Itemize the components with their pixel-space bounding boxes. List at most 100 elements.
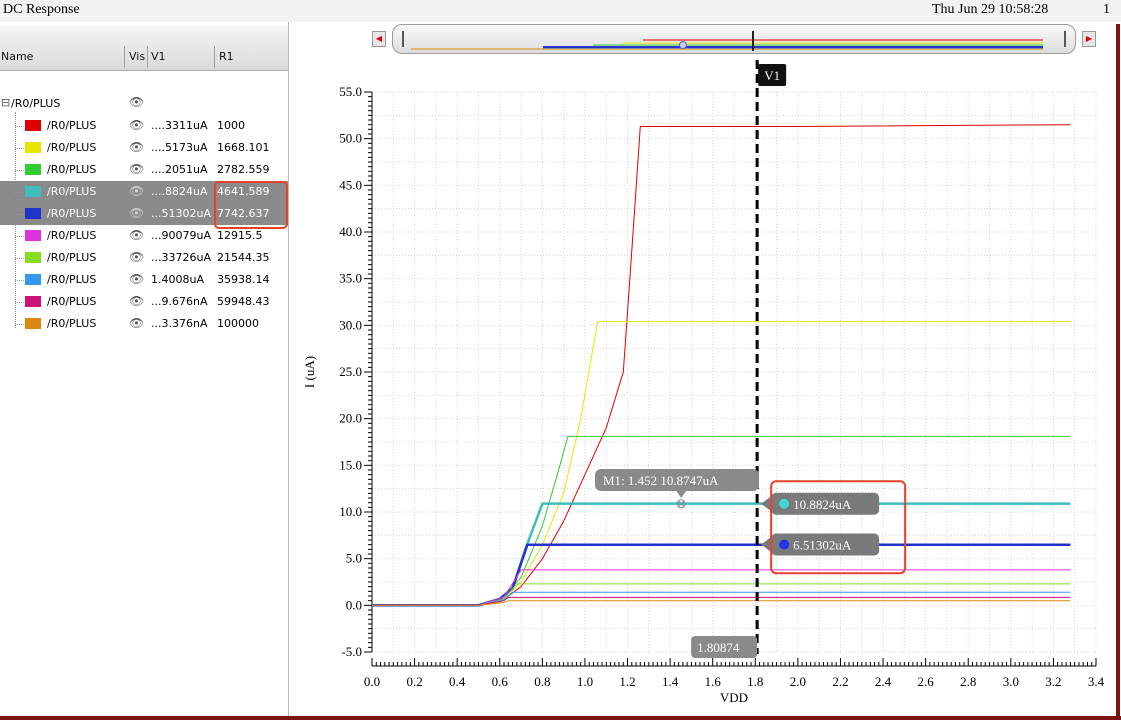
trace-name: /R0/PLUS (47, 229, 97, 242)
trace-name: /R0/PLUS (47, 317, 97, 330)
series-line[interactable] (372, 502, 1071, 607)
trace-r1-value: 59948.43 (217, 295, 270, 308)
cursor-label-text: V1 (764, 68, 780, 83)
trace-name: /R0/PLUS (47, 119, 97, 132)
series-line[interactable] (372, 124, 1071, 606)
tree-expander-icon[interactable]: ⊟ (1, 96, 10, 109)
x-tick-label: 0.0 (364, 674, 380, 689)
visibility-eye-icon[interactable]: 👁 (129, 272, 144, 286)
readout-color-dot (779, 539, 790, 550)
column-header-v1[interactable]: V1 (151, 50, 166, 63)
visibility-eye-icon[interactable]: 👁 (129, 140, 144, 154)
visibility-eye-icon[interactable]: 👁 (129, 118, 144, 132)
trace-color-swatch (25, 208, 41, 219)
column-header-r1[interactable]: R1 (219, 50, 234, 63)
x-tick-label: 0.8 (534, 674, 550, 689)
trace-v1-value: ....3311uA (151, 119, 208, 132)
trace-r1-value: 1668.101 (217, 141, 270, 154)
visibility-eye-icon[interactable]: 👁 (129, 316, 144, 330)
trace-row[interactable]: /R0/PLUS 👁 ....2051uA 2782.559 (0, 159, 288, 181)
x-tick-label: 3.2 (1045, 674, 1061, 689)
y-tick-label: 5.0 (346, 551, 362, 566)
series-line[interactable] (372, 543, 1071, 607)
trace-row[interactable]: /R0/PLUS 👁 ...9.676nA 59948.43 (0, 291, 288, 313)
series-line[interactable] (372, 321, 1071, 606)
y-tick-label: 20.0 (339, 411, 362, 426)
trace-color-swatch (25, 318, 41, 329)
x-tick-label: 0.6 (492, 674, 509, 689)
y-tick-label: 10.0 (339, 504, 362, 519)
trace-v1-value: ....2051uA (151, 163, 208, 176)
column-header-name[interactable]: Name (1, 50, 33, 63)
overview-track[interactable] (392, 24, 1076, 54)
tree-branch (15, 192, 24, 193)
trace-v1-value: ...9.676nA (151, 295, 208, 308)
tree-branch (15, 214, 24, 215)
x-tick-label: 2.4 (875, 674, 892, 689)
visibility-eye-icon[interactable]: 👁 (129, 228, 144, 242)
overview-scrollbar[interactable]: ◀ ▶ (370, 22, 1096, 58)
x-tick-label: 2.2 (832, 674, 848, 689)
visibility-eye-icon[interactable]: 👁 (129, 294, 144, 308)
tree-branch (15, 258, 24, 259)
visibility-eye-icon[interactable]: 👁 (129, 162, 144, 176)
trace-row[interactable]: /R0/PLUS 👁 ...33726uA 21544.35 (0, 247, 288, 269)
trace-r1-value: 2782.559 (217, 163, 270, 176)
y-tick-label: 15.0 (339, 457, 362, 472)
y-tick-label: 35.0 (339, 271, 362, 286)
y-tick-label: 0.0 (346, 597, 362, 612)
scroll-left-arrow-icon[interactable]: ◀ (372, 31, 386, 47)
visibility-eye-icon[interactable]: 👁 (129, 250, 144, 264)
trace-row[interactable]: /R0/PLUS 👁 ...3.376nA 100000 (0, 313, 288, 335)
overview-thumbnail (402, 31, 1066, 51)
tree-branch (15, 324, 24, 325)
scroll-right-arrow-icon[interactable]: ▶ (1082, 31, 1096, 47)
trace-r1-value: 100000 (217, 317, 259, 330)
column-divider[interactable] (214, 46, 215, 68)
trace-color-swatch (25, 296, 41, 307)
chart-canvas[interactable]: -5.00.05.010.015.020.025.030.035.040.045… (290, 60, 1116, 716)
x-tick-label: 2.8 (960, 674, 976, 689)
trace-name: /R0/PLUS (47, 251, 97, 264)
y-tick-label: 45.0 (339, 177, 362, 192)
trace-name: /R0/PLUS (47, 295, 97, 308)
trace-name: /R0/PLUS (47, 273, 97, 286)
visibility-eye-icon[interactable]: 👁 (129, 184, 144, 198)
page-number: 1 (1103, 2, 1110, 17)
column-header-vis[interactable]: Vis (129, 50, 145, 63)
trace-r1-value: 21544.35 (217, 251, 270, 264)
y-tick-label: 25.0 (339, 364, 362, 379)
trace-row[interactable]: /R0/PLUS 👁 1.4008uA 35938.14 (0, 269, 288, 291)
visibility-eye-icon[interactable]: 👁 (129, 206, 144, 220)
y-axis-title: I (uA) (302, 356, 317, 388)
column-divider[interactable] (124, 46, 125, 68)
readout-color-dot (779, 498, 790, 509)
series-line[interactable] (372, 435, 1071, 606)
trace-row[interactable]: /R0/PLUS 👁 ....3311uA 1000 (0, 115, 288, 137)
y-tick-label: -5.0 (341, 644, 362, 659)
trace-color-swatch (25, 230, 41, 241)
x-tick-label: 0.4 (449, 674, 466, 689)
visibility-eye-icon[interactable]: 👁 (129, 95, 144, 109)
dc-response-plot[interactable]: -5.0 0.0 5.0 10.0 15.0 20.0 25.0 30.0 35.0 40.0 45… (290, 60, 1116, 716)
tree-branch (15, 126, 24, 127)
marker-label-pointer (676, 491, 687, 498)
trace-v1-value: 1.4008uA (151, 273, 204, 286)
x-tick-label: 2.6 (918, 674, 935, 689)
trace-v1-value: ....8824uA (151, 185, 208, 198)
x-tick-label: 1.0 (577, 674, 593, 689)
trace-name: /R0/PLUS (47, 207, 97, 220)
series-line[interactable] (372, 583, 1071, 606)
cursor-x-readout: 1.80874 (697, 640, 740, 655)
column-divider[interactable] (147, 46, 148, 68)
trace-r1-value: 12915.5 (217, 229, 263, 242)
trace-color-swatch (25, 164, 41, 175)
tree-root-label[interactable]: /R0/PLUS (11, 97, 60, 110)
window-border-bottom (0, 716, 1121, 720)
trace-row[interactable]: /R0/PLUS 👁 ....5173uA 1668.101 (0, 137, 288, 159)
series-line[interactable] (372, 569, 1071, 606)
trace-name: /R0/PLUS (47, 185, 97, 198)
trace-v1-value: ...3.376nA (151, 317, 208, 330)
highlight-box-r1 (214, 181, 288, 229)
series-line[interactable] (372, 591, 1071, 606)
